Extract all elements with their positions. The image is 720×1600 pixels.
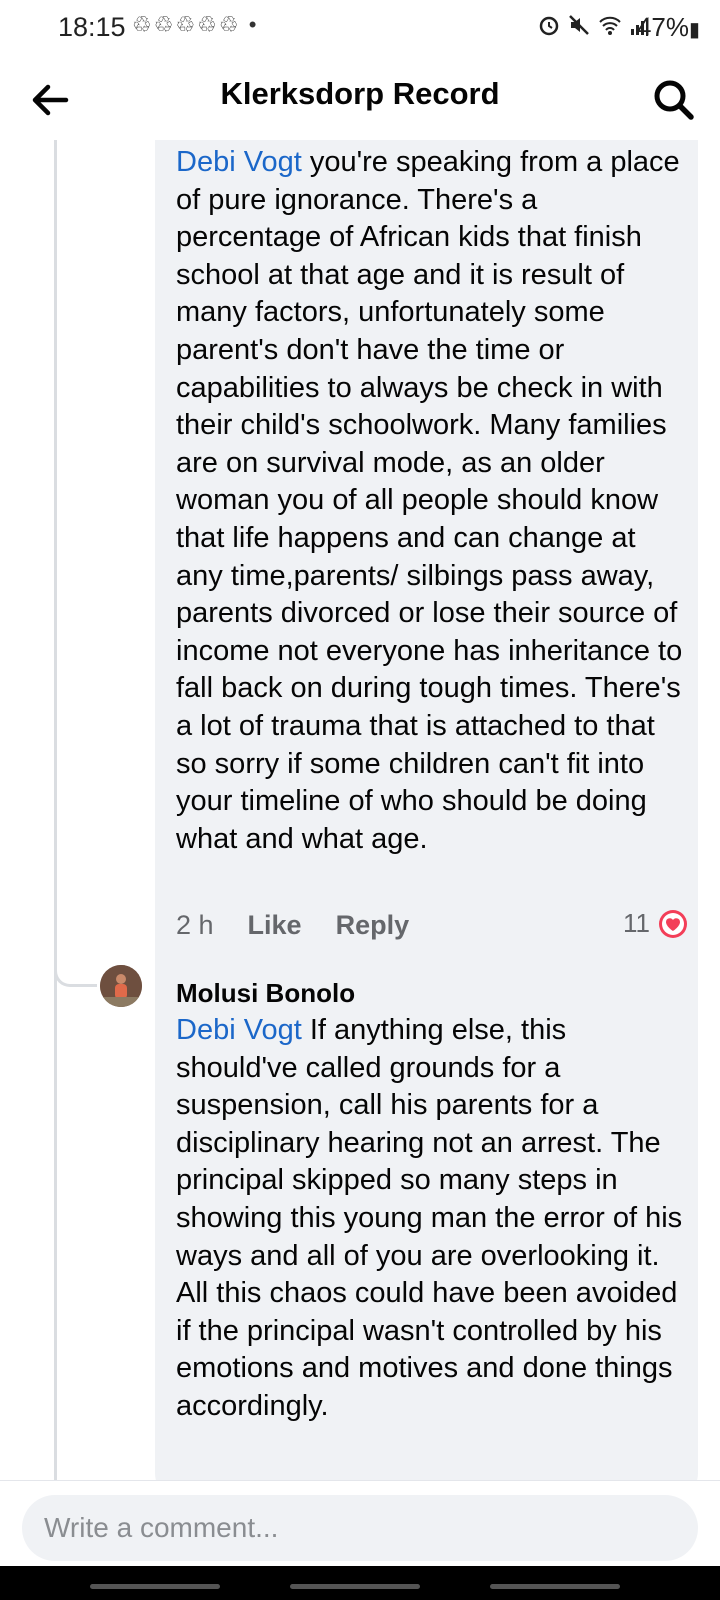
top-bar: Klerksdorp Record [0, 58, 720, 140]
battery-indicator: 47%▮ [637, 12, 700, 43]
mute-icon [569, 15, 589, 35]
nav-recents-button[interactable] [90, 1584, 220, 1589]
heart-icon [659, 909, 687, 938]
comment-actions: 2 h Like Reply [176, 910, 409, 941]
reaction-summary[interactable]: 11 [623, 908, 688, 939]
comment-text: Debi Vogt you're speaking from a place o… [176, 144, 686, 858]
battery-percent: 47% [636, 12, 689, 42]
comment-body: If anything else, this should've called … [176, 1014, 683, 1422]
nav-home-button[interactable] [290, 1584, 420, 1589]
reply-connector [54, 958, 97, 987]
comment-text: Debi Vogt If anything else, this should'… [176, 1012, 686, 1426]
nav-back-button[interactable] [490, 1584, 620, 1589]
thread-line [54, 140, 57, 1480]
like-button[interactable]: Like [248, 910, 302, 941]
comment-body: you're speaking from a place of pure ign… [176, 146, 683, 855]
page-title: Klerksdorp Record [220, 76, 500, 111]
comment-author[interactable]: Molusi Bonolo [176, 978, 355, 1009]
avatar[interactable] [100, 965, 142, 1007]
alarm-icon [539, 16, 559, 36]
comments-feed[interactable]: Debi Vogt you're speaking from a place o… [0, 140, 720, 1480]
notification-icons: ♲♲♲♲♲ • [132, 12, 259, 37]
mention-link[interactable]: Debi Vogt [176, 1014, 302, 1046]
comment-input[interactable]: Write a comment... [22, 1495, 698, 1561]
mention-link[interactable]: Debi Vogt [176, 146, 302, 178]
search-icon[interactable] [650, 76, 696, 122]
status-icons [538, 14, 650, 36]
comment-composer-bar: Write a comment... [0, 1480, 720, 1567]
wifi-icon [599, 16, 621, 35]
comment-timestamp[interactable]: 2 h [176, 910, 214, 941]
battery-icon: ▮ [688, 19, 700, 41]
status-time: 18:15 [58, 12, 126, 42]
status-bar: 18:15 ♲♲♲♲♲ • 47%▮ [0, 0, 720, 56]
reply-button[interactable]: Reply [336, 910, 410, 941]
reaction-count: 11 [623, 908, 650, 938]
system-nav-bar [0, 1566, 720, 1600]
